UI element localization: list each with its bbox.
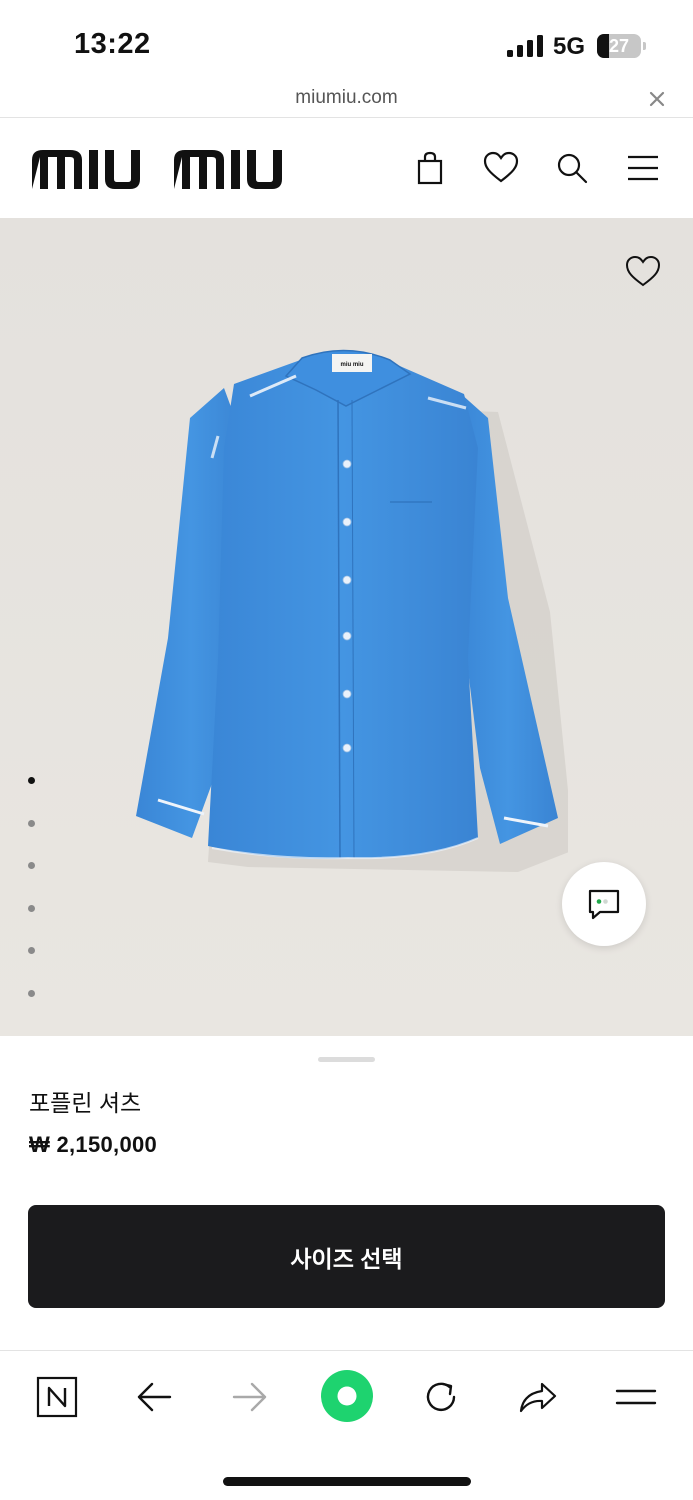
select-size-label: 사이즈 선택 <box>290 1245 403 1272</box>
battery-level: 27 <box>608 36 630 56</box>
heart-icon[interactable] <box>481 148 521 188</box>
green-dot-icon[interactable] <box>320 1369 374 1423</box>
product-gallery[interactable]: miu miu <box>0 218 693 1036</box>
gallery-pagination[interactable] <box>26 774 40 1004</box>
gallery-dot[interactable] <box>28 862 35 869</box>
svg-text:miu miu: miu miu <box>340 362 363 368</box>
chat-button[interactable] <box>562 862 646 946</box>
gallery-dot[interactable] <box>28 820 35 827</box>
miu-miu-logo[interactable] <box>32 148 297 190</box>
forward-arrow-icon[interactable] <box>228 1375 272 1419</box>
url-domain[interactable]: miumiu.com <box>0 87 693 109</box>
hamburger-icon[interactable] <box>614 1375 658 1419</box>
gallery-dot[interactable] <box>28 947 35 954</box>
gallery-dot[interactable] <box>28 777 35 784</box>
close-icon[interactable] <box>647 89 667 109</box>
home-indicator[interactable] <box>223 1477 471 1486</box>
battery-icon: 27 <box>597 34 647 58</box>
gallery-dot[interactable] <box>28 990 35 997</box>
select-size-button[interactable]: 사이즈 선택 <box>28 1205 665 1308</box>
back-arrow-icon[interactable] <box>132 1375 176 1419</box>
product-info: 포플린 셔츠 ₩ 2,150,000 사이즈 선택 <box>0 1036 693 1350</box>
product-price: ₩ 2,150,000 <box>29 1132 158 1157</box>
product-name: 포플린 셔츠 <box>29 1090 142 1116</box>
status-time: 13:22 <box>74 28 151 60</box>
product-image[interactable]: miu miu <box>128 338 568 898</box>
shopping-bag-icon[interactable] <box>410 148 450 188</box>
signal-icon <box>507 35 543 57</box>
status-bar: 13:22 5G 27 <box>0 0 693 80</box>
reload-icon[interactable] <box>419 1375 463 1419</box>
share-icon[interactable] <box>516 1375 560 1419</box>
chat-icon <box>588 889 620 920</box>
menu-icon[interactable] <box>623 148 663 188</box>
network-type: 5G <box>553 33 586 60</box>
naver-n-icon[interactable] <box>35 1375 79 1419</box>
browser-toolbar <box>0 1350 693 1500</box>
search-icon[interactable] <box>552 148 592 188</box>
gallery-dot[interactable] <box>28 905 35 912</box>
drawer-handle[interactable] <box>318 1057 375 1062</box>
heart-icon[interactable] <box>624 254 662 288</box>
url-bar[interactable]: miumiu.com <box>0 80 693 118</box>
site-header <box>0 118 693 218</box>
